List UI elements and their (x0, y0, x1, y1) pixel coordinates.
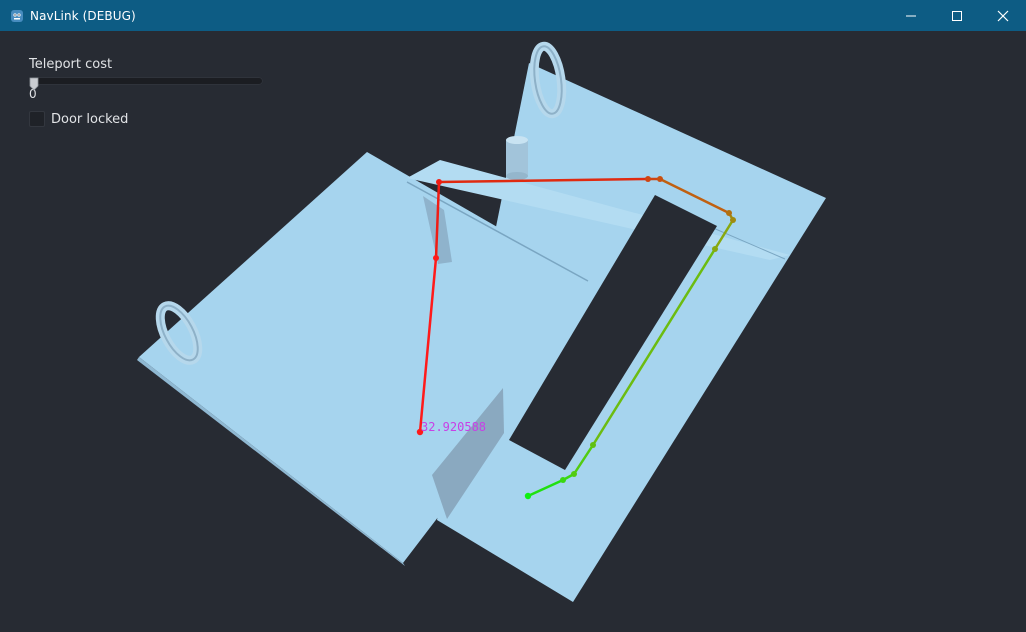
close-button[interactable] (980, 0, 1026, 31)
path-start-point (524, 492, 532, 500)
maximize-icon (952, 10, 962, 21)
teleport-cost-value: 0 (29, 87, 37, 101)
maximize-button[interactable] (934, 0, 980, 31)
teleport-cost-slider[interactable] (29, 77, 263, 91)
controls-panel: Teleport cost 0 Door locked (29, 57, 263, 127)
door-locked-toggle[interactable]: Door locked (29, 111, 263, 127)
window-title: NavLink (DEBUG) (30, 8, 136, 23)
minimize-button[interactable] (888, 0, 934, 31)
teleport-cost-label: Teleport cost (29, 57, 113, 72)
door-locked-label: Door locked (51, 111, 129, 127)
pillar (506, 136, 528, 180)
title-bar[interactable]: NavLink (DEBUG) (0, 0, 1026, 31)
path-cost-label: 32.920588 (421, 420, 487, 434)
slider-grabber-icon[interactable] (29, 77, 39, 91)
3d-viewport[interactable]: 32.920588 Teleport cost 0 Door locked (0, 31, 1026, 632)
minimize-icon (906, 15, 916, 16)
godot-icon (10, 9, 24, 23)
door-locked-checkbox[interactable] (29, 111, 45, 127)
close-icon (997, 10, 1009, 21)
